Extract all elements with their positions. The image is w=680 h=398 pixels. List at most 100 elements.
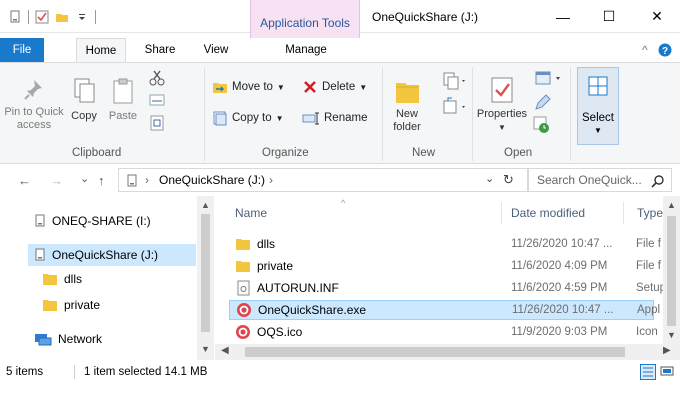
address-bar[interactable]: › OneQuickShare (J:) › ⌄ ↻ — [118, 168, 528, 192]
quick-access-toolbar — [8, 10, 96, 24]
scrollbar-thumb[interactable] — [667, 216, 676, 326]
column-header-date[interactable]: Date modified — [511, 206, 585, 220]
history-icon[interactable] — [532, 115, 552, 138]
scroll-right-icon[interactable]: ▶ — [663, 345, 671, 356]
open-group-label: Open — [504, 147, 533, 159]
help-icon[interactable]: ? — [658, 38, 672, 62]
navigation-pane: ONEQ-SHARE (I:) OneQuickShare (J:) dlls … — [0, 196, 215, 356]
organize-group-label: Organize — [262, 147, 309, 159]
nav-item-label: dlls — [64, 272, 83, 286]
status-bar: 5 items 1 item selected 14.1 MB — [0, 360, 680, 384]
maximize-button[interactable]: ☐ — [586, 0, 632, 33]
scroll-left-icon[interactable]: ◀ — [221, 345, 229, 356]
customize-dropdown-icon[interactable] — [75, 10, 89, 24]
scroll-up-icon[interactable]: ▲ — [667, 200, 676, 210]
breadcrumb-chevron-icon[interactable]: › — [145, 173, 149, 187]
copy-button[interactable]: Copy — [68, 77, 100, 123]
tab-share[interactable]: Share — [138, 38, 182, 62]
item-count: 5 items — [6, 366, 44, 378]
paste-shortcut-icon[interactable] — [148, 115, 166, 134]
delete-button[interactable]: Delete ▼ — [302, 79, 367, 95]
back-button[interactable]: ← — [18, 173, 31, 188]
copy-to-label: Copy to — [232, 112, 272, 124]
nav-item-oneq-share-drive[interactable]: ONEQ-SHARE (I:) — [34, 210, 194, 232]
refresh-icon[interactable]: ↻ — [503, 172, 514, 188]
tab-file[interactable]: File — [0, 38, 44, 62]
paste-button[interactable]: Paste — [104, 77, 142, 123]
sort-indicator-icon: ^ — [341, 198, 346, 208]
table-row-selected[interactable]: OneQuickShare.exe 11/26/2020 10:47 ... A… — [229, 300, 660, 320]
file-type: Setup — [636, 282, 666, 294]
rename-icon — [302, 112, 319, 125]
edit-icon[interactable] — [532, 93, 552, 116]
rename-button[interactable]: Rename — [302, 110, 367, 126]
search-icon — [651, 175, 664, 188]
address-dropdown-icon[interactable]: ⌄ — [485, 172, 494, 185]
tab-manage[interactable]: Manage — [280, 38, 332, 62]
nav-item-label: ONEQ-SHARE (I:) — [52, 214, 151, 228]
delete-icon — [304, 81, 316, 93]
properties-button[interactable]: Properties ▼ — [474, 75, 530, 134]
column-divider[interactable] — [501, 202, 502, 224]
select-grid-icon — [588, 76, 608, 96]
nav-item-onequickshare-drive[interactable]: OneQuickShare (J:) — [28, 244, 196, 266]
scrollbar-thumb[interactable] — [245, 347, 625, 357]
properties-dropdown-icon: ▼ — [498, 123, 506, 132]
cut-icon[interactable] — [148, 69, 166, 90]
open-icon[interactable] — [532, 69, 564, 92]
paste-label: Paste — [108, 110, 138, 122]
close-button[interactable]: ✕ — [634, 0, 680, 33]
table-row[interactable]: dlls 11/26/2020 10:47 ... File f — [229, 234, 661, 254]
new-group-label: New — [412, 147, 436, 159]
forward-button[interactable]: → — [50, 173, 63, 188]
tab-view[interactable]: View — [196, 38, 236, 62]
move-to-button[interactable]: Move to ▼ — [212, 79, 285, 95]
file-list-vertical-scrollbar[interactable]: ▲ ▼ — [663, 196, 680, 346]
file-name: OneQuickShare.exe — [258, 303, 367, 317]
nav-item-network[interactable]: Network — [34, 328, 102, 350]
table-row[interactable]: AUTORUN.INF 11/6/2020 4:59 PM Setup — [229, 278, 666, 298]
window-title: OneQuickShare (J:) — [372, 10, 479, 24]
breadcrumb-path[interactable]: OneQuickShare (J:) — [159, 173, 265, 187]
file-type: Icon — [636, 326, 658, 338]
search-box[interactable]: Search OneQuick... — [528, 168, 672, 192]
up-button[interactable]: ↑ — [98, 173, 105, 188]
new-folder-icon[interactable] — [55, 10, 69, 24]
column-divider[interactable] — [623, 202, 624, 224]
table-row[interactable]: OQS.ico 11/9/2020 9:03 PM Icon — [229, 322, 658, 342]
column-header-type[interactable]: Type — [637, 206, 663, 220]
copy-to-button[interactable]: Copy to ▼ — [212, 110, 284, 126]
drive-icon[interactable] — [8, 10, 22, 24]
navigation-pane-scrollbar[interactable]: ▲ ▼ — [197, 196, 214, 360]
delete-label: Delete — [322, 81, 356, 93]
minimize-button[interactable]: — — [540, 0, 586, 33]
collapse-ribbon-icon[interactable]: ^ — [642, 38, 648, 62]
select-label: Select — [582, 112, 614, 124]
scrollbar-thumb[interactable] — [201, 214, 210, 332]
new-folder-button[interactable]: New folder — [386, 75, 428, 134]
select-button[interactable]: Select ▼ — [577, 67, 619, 145]
details-view-icon[interactable] — [640, 364, 656, 380]
file-name: private — [257, 259, 294, 273]
new-item-icon[interactable] — [440, 71, 466, 96]
search-placeholder: Search OneQuick... — [537, 173, 642, 187]
copy-path-icon[interactable] — [148, 93, 166, 110]
nav-item-dlls[interactable]: dlls — [42, 268, 82, 290]
scroll-down-icon[interactable]: ▼ — [201, 344, 210, 354]
pin-to-quick-access-button[interactable]: Pin to Quick access — [2, 77, 66, 132]
nav-item-private[interactable]: private — [42, 294, 100, 316]
large-icons-view-icon[interactable] — [660, 364, 676, 380]
scroll-down-icon[interactable]: ▼ — [667, 330, 676, 340]
column-header-name[interactable]: Name — [235, 206, 267, 220]
easy-access-icon[interactable] — [440, 97, 466, 120]
breadcrumb-end-chevron-icon[interactable]: › — [269, 173, 273, 187]
file-list-horizontal-scrollbar[interactable]: ◀ ▶ — [215, 344, 680, 360]
properties-label: Properties — [476, 108, 528, 120]
properties-check-icon[interactable] — [35, 10, 49, 24]
tab-home[interactable]: Home — [76, 38, 126, 62]
table-row[interactable]: private 11/6/2020 4:09 PM File f — [229, 256, 661, 276]
scroll-up-icon[interactable]: ▲ — [201, 200, 210, 210]
delete-dropdown-icon: ▼ — [359, 82, 368, 92]
recent-locations-button[interactable]: ⌄ — [80, 172, 89, 185]
copy-label: Copy — [71, 110, 97, 122]
